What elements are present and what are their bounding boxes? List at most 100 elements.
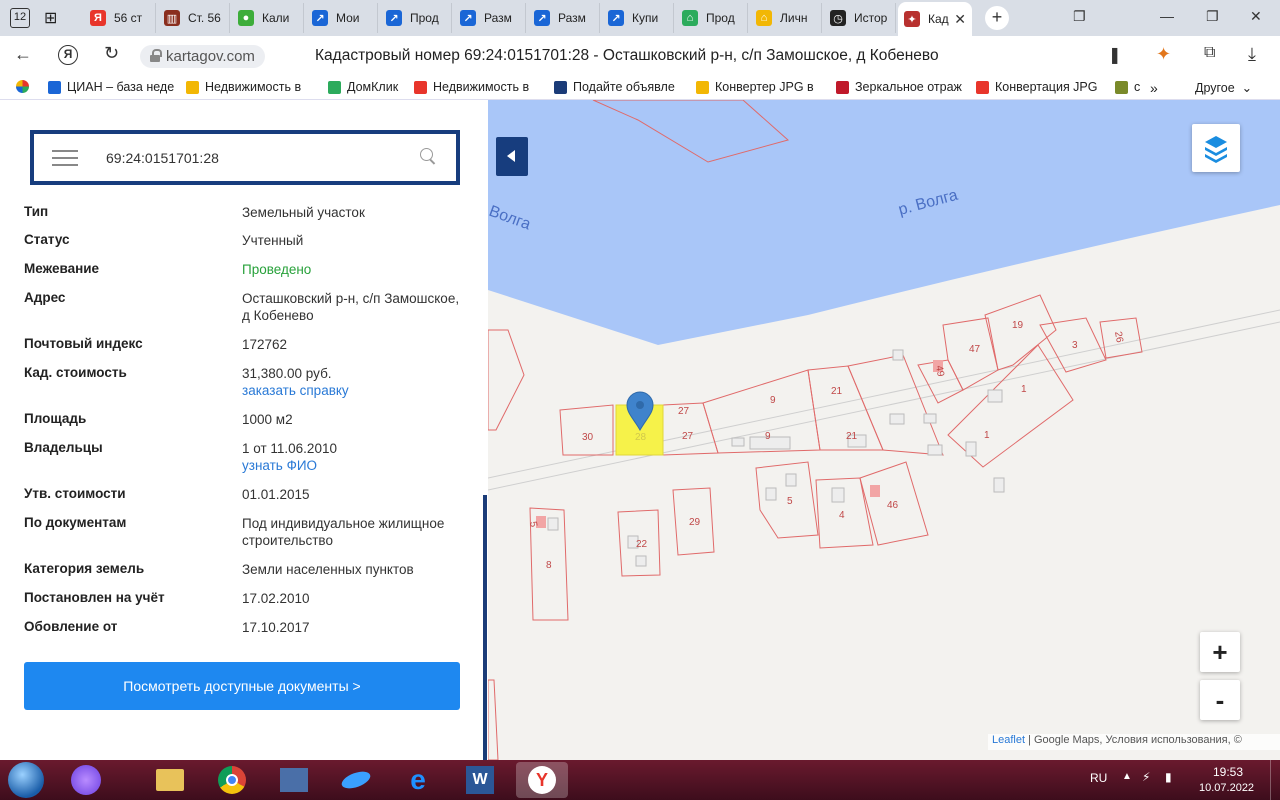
zoom-in-button[interactable]: + <box>1200 632 1240 672</box>
layers-button[interactable] <box>1192 124 1240 172</box>
restore-button[interactable]: ❐ <box>1206 8 1219 25</box>
show-desktop-button[interactable] <box>1270 760 1280 800</box>
tab-close-icon[interactable]: ✕ <box>954 11 966 28</box>
tab-favicon-icon: ▥ <box>164 10 180 26</box>
new-tab-group-icon[interactable]: ⊞ <box>38 3 74 33</box>
parcel-label: 19 <box>1012 320 1024 331</box>
search-icon[interactable] <box>420 148 436 164</box>
network-icon[interactable]: ⚡ <box>1142 770 1150 784</box>
bookmark-item[interactable]: Зеркальное отраж <box>836 80 962 94</box>
bookmark-item[interactable]: ДомКлик <box>328 80 398 94</box>
castle-app-icon[interactable] <box>276 764 312 796</box>
metamask-icon[interactable]: ✦ <box>1156 44 1171 65</box>
tab-4[interactable]: ↗ Мои <box>306 3 378 33</box>
buildings <box>547 349 1005 567</box>
parcel-label: 27 <box>682 431 694 442</box>
minimize-button[interactable]: — <box>1160 8 1174 24</box>
detail-link[interactable]: заказать справку <box>242 382 462 399</box>
collapse-panel-button[interactable] <box>496 137 528 176</box>
download-icon[interactable]: ⤓ <box>1248 44 1256 65</box>
tab-5[interactable]: ↗ Прод <box>380 3 452 33</box>
detail-value-wrap: 31,380.00 руб. заказать справку <box>242 365 462 399</box>
zoom-out-button[interactable]: - <box>1200 680 1240 720</box>
clock-date[interactable]: 10.07.2022 <box>1199 782 1254 794</box>
start-button[interactable] <box>8 762 44 798</box>
bookmark-item[interactable]: Конвертер JPG в <box>696 80 814 94</box>
bookmark-item[interactable]: Недвижимость в <box>414 80 529 94</box>
detail-link[interactable]: узнать ФИО <box>242 457 462 474</box>
bookmark-label: Конвертер JPG в <box>715 80 814 94</box>
tab-7[interactable]: ↗ Разм <box>528 3 600 33</box>
extension-icon[interactable]: ⧉ <box>1204 44 1215 62</box>
detail-value: Земли населенных пунктов <box>242 562 414 577</box>
chrome-icon[interactable] <box>214 764 250 796</box>
tab-11[interactable]: ◷ Истор <box>824 3 896 33</box>
windows-taskbar: e W Y RU ▲ ⚡ ▮ 19:53 10.07.2022 <box>0 760 1280 800</box>
bookmark-favicon-icon <box>328 80 341 94</box>
map-view[interactable]: Волга р. Волга 30 28 27 27 9 9 21 21 47 19 3 26 49 1 1… <box>488 100 1280 760</box>
tabs-overview-icon[interactable]: ❐ <box>1073 8 1086 25</box>
tray-arrow-icon[interactable]: ▲ <box>1122 771 1132 782</box>
tab-counter-button[interactable]: 12 <box>4 3 36 33</box>
tab-12[interactable]: ✦ Кад ✕ <box>898 2 972 36</box>
bookmark-favicon-icon <box>696 80 709 94</box>
yandex-browser-taskbar-icon[interactable]: Y <box>516 762 568 798</box>
detail-key: Почтовый индекс <box>24 336 143 351</box>
reload-button[interactable]: ↻ <box>104 43 119 64</box>
river-volga <box>488 100 1280 345</box>
explorer-icon[interactable] <box>152 764 188 796</box>
tab-1[interactable]: Я 56 ст <box>84 3 156 33</box>
search-input[interactable]: 69:24:0151701:28 <box>106 150 219 166</box>
clock-time[interactable]: 19:53 <box>1213 765 1243 779</box>
leaflet-link[interactable]: Leaflet <box>992 734 1025 746</box>
bookmark-item[interactable]: ЦИАН – база неде <box>48 80 174 94</box>
parcel-label: 46 <box>887 500 899 511</box>
new-tab-button[interactable]: + <box>985 6 1009 30</box>
menu-icon[interactable] <box>52 150 78 166</box>
bookmark-icon[interactable]: ❚ <box>1108 45 1121 65</box>
attribution-text: | Google Maps, Условия использования, © <box>1025 734 1242 746</box>
detail-value-wrap: 172762 <box>242 336 462 353</box>
bookmark-item[interactable]: Подайте объявле <box>554 80 675 94</box>
close-window-button[interactable]: ✕ <box>1250 8 1262 25</box>
alice-icon[interactable] <box>68 764 104 796</box>
view-documents-button[interactable]: Посмотреть доступные документы > <box>24 662 460 710</box>
tab-9[interactable]: ⌂ Прод <box>676 3 748 33</box>
tab-label: Разм <box>558 11 586 25</box>
layers-icon <box>1205 136 1227 163</box>
url-field[interactable]: kartagov.com <box>140 45 265 68</box>
tab-10[interactable]: ⌂ Личн <box>750 3 822 33</box>
detail-value-wrap: 17.02.2010 <box>242 590 462 607</box>
tab-6[interactable]: ↗ Разм <box>454 3 526 33</box>
browser-tab-bar: 12 ⊞ Я 56 ст ▥ Ст. 56 ● Кали ↗ Мои ↗ Прод ↗ Разм ↗ Ра… <box>0 0 1280 36</box>
tab-favicon-icon: ↗ <box>608 10 624 26</box>
word-icon[interactable]: W <box>462 764 498 796</box>
yandex-button[interactable]: Я <box>58 45 78 65</box>
more-bookmarks-icon[interactable]: » <box>1150 80 1158 96</box>
bookmark-item[interactable]: Конвертация JPG <box>976 80 1098 94</box>
back-button[interactable]: ← <box>14 44 32 65</box>
other-bookmarks[interactable]: Другое ⌄ <box>1195 80 1252 96</box>
page-title: Кадастровый номер 69:24:0151701:28 - Ост… <box>315 47 939 64</box>
road-line <box>488 309 1280 479</box>
signal-icon[interactable]: ▮ <box>1165 770 1172 784</box>
tab-8[interactable]: ↗ Купи <box>602 3 674 33</box>
tab-favicon-icon: ↗ <box>460 10 476 26</box>
detail-value-wrap: Проведено <box>242 261 462 278</box>
bookmark-favicon-icon <box>414 80 427 94</box>
bookmark-favicon-icon <box>976 80 989 94</box>
detail-value-wrap: 1000 м2 <box>242 411 462 428</box>
bookmark-item[interactable]: с <box>1115 80 1140 94</box>
tab-3[interactable]: ● Кали <box>232 3 304 33</box>
bookmark-item[interactable]: Недвижимость в <box>186 80 301 94</box>
tab-2[interactable]: ▥ Ст. 56 <box>158 3 230 33</box>
language-indicator[interactable]: RU <box>1090 771 1107 785</box>
parcel-label: 4 <box>839 510 845 521</box>
services-icon[interactable] <box>16 80 35 93</box>
panel-scrollbar[interactable] <box>483 495 487 760</box>
internet-explorer-icon[interactable]: e <box>400 764 436 796</box>
detail-key: Статус <box>24 232 70 247</box>
cadastral-search-box[interactable]: 69:24:0151701:28 <box>30 130 460 185</box>
edge-legacy-icon[interactable] <box>338 764 374 796</box>
parcel-label: 9 <box>770 395 776 406</box>
